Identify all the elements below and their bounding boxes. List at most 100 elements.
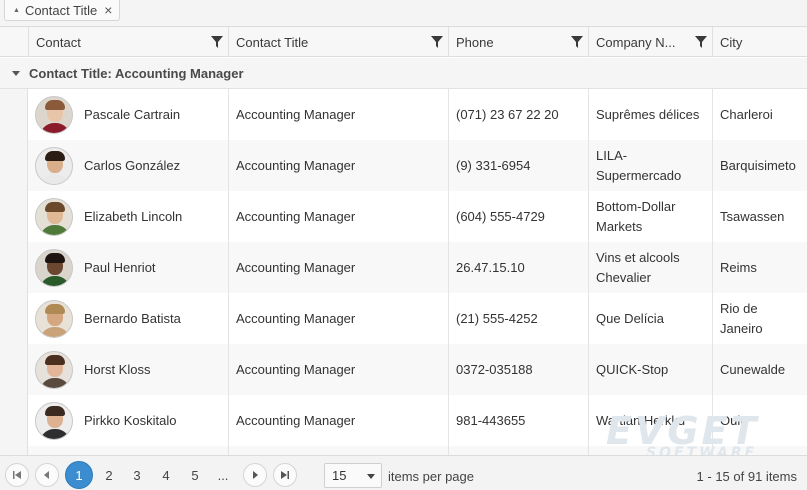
column-header-phone[interactable]: Phone — [448, 27, 588, 57]
cell-city — [712, 446, 807, 455]
cell-company: Wartian Herkku — [588, 395, 712, 446]
cell-text: Elizabeth Lincoln — [84, 208, 183, 224]
cell-title: Accounting Manager — [228, 140, 448, 191]
cell-title: Accounting Manager — [228, 242, 448, 293]
cell-company: Suprêmes délices — [588, 89, 712, 140]
more-pages-link[interactable]: ... — [210, 462, 236, 488]
cell-text: Barquisimeto — [720, 157, 796, 173]
cell-city: Charleroi — [712, 89, 807, 140]
cell-phone: 981-443655 — [448, 395, 588, 446]
cell-text: Charleroi — [720, 106, 773, 122]
table-row[interactable]: Bernardo Batista Accounting Manager (21) 5… — [28, 293, 807, 344]
prev-page-icon — [44, 471, 49, 479]
cell-text: Pascale Cartrain — [84, 106, 181, 122]
cell-text: Oulu — [720, 412, 748, 428]
funnel-icon[interactable] — [571, 36, 583, 48]
column-header-company-name[interactable]: Company N... — [588, 27, 712, 57]
cell-text: LILA-Supermercado — [596, 147, 682, 183]
cell-text: (21) 555-4252 — [456, 310, 538, 326]
cell-text: Accounting Manager — [236, 361, 356, 377]
cell-text: Vins et alcools Chevalier — [596, 249, 680, 285]
cell-phone: (071) 23 67 22 20 — [448, 89, 588, 140]
page-size-select[interactable]: 15 — [324, 463, 382, 488]
table-row[interactable]: Elizabeth Lincoln Accounting Manager (604)… — [28, 191, 807, 242]
prev-page-button[interactable] — [35, 463, 59, 487]
items-per-page-label: items per page — [388, 469, 474, 484]
cell-text: 981-443655 — [456, 412, 526, 428]
cell-contact: Carlos González — [28, 140, 228, 191]
column-header-label: Phone — [456, 34, 494, 50]
cell-contact: Paul Henriot — [28, 242, 228, 293]
table-row[interactable]: Carlos González Accounting Manager (9) 331… — [28, 140, 807, 191]
collapse-caret-icon[interactable] — [12, 70, 20, 76]
funnel-icon[interactable] — [431, 36, 443, 48]
grid-header: Contact Contact Title Phone Company N...… — [0, 27, 807, 57]
cell-text: Wartian Herkku — [596, 412, 686, 428]
cell-text: QUICK-Stop — [596, 361, 669, 377]
cell-phone: (604) 555-4729 — [448, 191, 588, 242]
column-header-label: Contact Title — [236, 34, 309, 50]
cell-text: (071) 23 67 22 20 — [456, 106, 559, 122]
cell-text: Accounting Manager — [236, 157, 356, 173]
avatar — [35, 95, 73, 134]
page-link-5[interactable]: 5 — [182, 462, 208, 488]
cell-text: (604) 555-4729 — [456, 208, 545, 224]
column-header-label: Contact — [36, 34, 81, 50]
cell-city: Rio de Janeiro — [712, 293, 807, 344]
cell-text: Suprêmes délices — [596, 106, 700, 122]
page-link-4[interactable]: 4 — [153, 462, 179, 488]
cell-contact: Pascale Cartrain — [28, 89, 228, 140]
cell-city: Tsawassen — [712, 191, 807, 242]
avatar — [35, 197, 73, 236]
cell-text: Que Delícia — [596, 310, 664, 326]
last-page-button[interactable] — [273, 463, 297, 487]
column-header-city[interactable]: City — [712, 27, 807, 57]
cell-title — [228, 446, 448, 455]
cell-city: Cunewalde — [712, 344, 807, 395]
cell-text: Carlos González — [84, 157, 181, 173]
table-row[interactable]: Horst Kloss Accounting Manager 0372-035188… — [28, 344, 807, 395]
cell-text: Accounting Manager — [236, 106, 356, 122]
sort-asc-icon[interactable]: ▲ — [13, 7, 20, 14]
funnel-icon[interactable] — [695, 36, 707, 48]
cell-text: 0372-035188 — [456, 361, 533, 377]
cell-company: Bottom-Dollar Markets — [588, 191, 712, 242]
cell-text: Tsawassen — [720, 208, 785, 224]
column-header-label: Company N... — [596, 34, 676, 50]
page-link-3[interactable]: 3 — [124, 462, 150, 488]
cell-text: 26.47.15.10 — [456, 259, 525, 275]
avatar — [35, 146, 73, 185]
funnel-icon[interactable] — [211, 36, 223, 48]
pager: 1 2 3 4 5... 15 items per page 1 - 15 of 91 … — [0, 455, 807, 490]
group-indent-cell — [0, 89, 28, 455]
cell-text: Horst Kloss — [84, 361, 151, 377]
cell-phone: (9) 331-6954 — [448, 140, 588, 191]
cell-phone: 0372-035188 — [448, 344, 588, 395]
column-header-contact-title[interactable]: Contact Title — [228, 27, 448, 57]
cell-phone: 26.47.15.10 — [448, 242, 588, 293]
cell-text: Cunewalde — [720, 361, 786, 377]
column-header-contact[interactable]: Contact — [28, 27, 228, 57]
page-link-1[interactable]: 1 — [65, 461, 93, 489]
cell-city: Barquisimeto — [712, 140, 807, 191]
table-row[interactable]: Pascale Cartrain Accounting Manager (071) … — [28, 89, 807, 140]
first-page-button[interactable] — [5, 463, 29, 487]
group-chip-contact-title[interactable]: ▲ Contact Title × — [4, 0, 121, 21]
table-row[interactable] — [28, 446, 807, 455]
group-row[interactable]: Contact Title: Accounting Manager — [0, 58, 807, 89]
cell-text: Accounting Manager — [236, 310, 356, 326]
page-link-2[interactable]: 2 — [96, 462, 122, 488]
cell-phone — [448, 446, 588, 455]
remove-group-icon[interactable]: × — [104, 3, 112, 17]
column-header-label: City — [720, 34, 743, 50]
cell-text: Paul Henriot — [84, 259, 156, 275]
cell-text: Bernardo Batista — [84, 310, 181, 326]
cell-text: (9) 331-6954 — [456, 157, 531, 173]
cell-text: Accounting Manager — [236, 259, 356, 275]
table-row[interactable]: Pirkko Koskitalo Accounting Manager 981-44… — [28, 395, 807, 446]
next-page-button[interactable] — [243, 463, 267, 487]
chevron-down-icon — [367, 474, 375, 479]
table-row[interactable]: Paul Henriot Accounting Manager 26.47.15.1… — [28, 242, 807, 293]
avatar — [35, 350, 73, 389]
cell-text: Accounting Manager — [236, 208, 356, 224]
